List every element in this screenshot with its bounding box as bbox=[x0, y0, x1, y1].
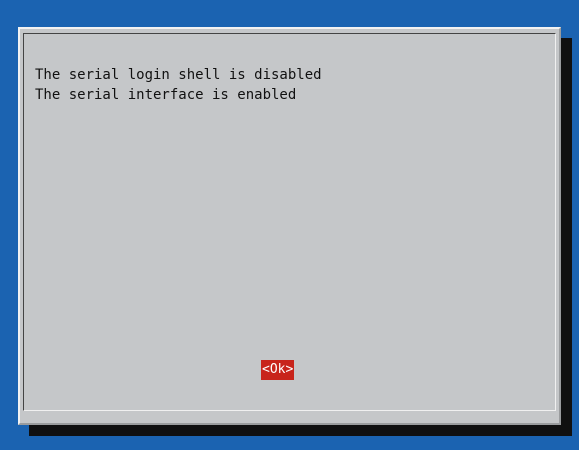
dialog-message: The serial login shell is disabled The se… bbox=[35, 65, 322, 105]
message-line-1: The serial login shell is disabled bbox=[35, 67, 322, 83]
message-line-2: The serial interface is enabled bbox=[35, 87, 297, 103]
ok-button[interactable]: <Ok> bbox=[261, 360, 295, 380]
message-dialog: The serial login shell is disabled The se… bbox=[18, 27, 561, 425]
